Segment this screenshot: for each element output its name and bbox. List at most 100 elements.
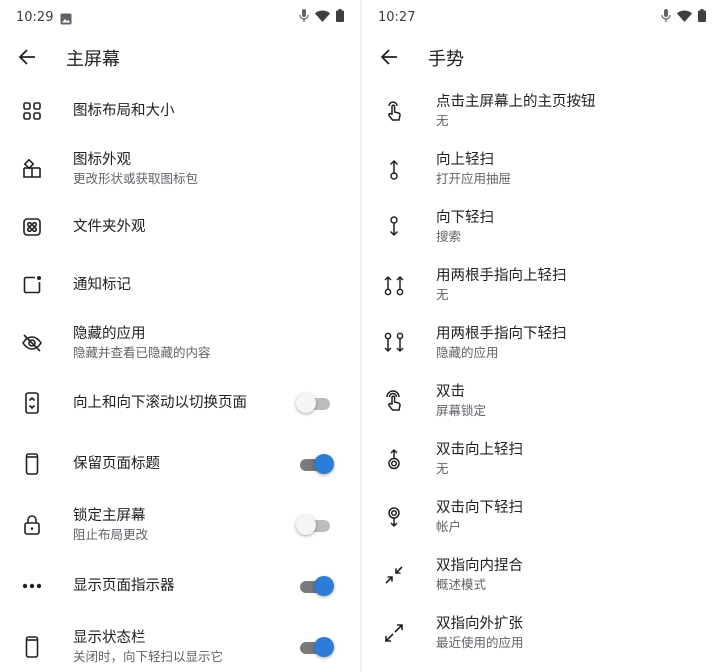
- setting-lock-home[interactable]: 锁定主屏幕 阻止布局更改: [0, 496, 360, 554]
- mic-icon: [661, 9, 671, 22]
- back-arrow-icon[interactable]: [14, 44, 40, 70]
- gesture-action: 最近使用的应用: [436, 635, 524, 650]
- setting-title: 通知标记: [73, 277, 131, 293]
- setting-title: 隐藏的应用: [73, 326, 146, 342]
- gesture-title: 双击: [436, 384, 465, 400]
- setting-title: 显示页面指示器: [73, 578, 175, 594]
- setting-folder-appearance[interactable]: 文件夹外观: [0, 198, 360, 256]
- status-bar: 10:29: [0, 0, 360, 34]
- page-title: 手势: [428, 49, 464, 70]
- status-icons: [661, 9, 706, 22]
- icon-shapes-icon: [20, 157, 44, 181]
- keep-page-title-toggle[interactable]: [298, 453, 334, 475]
- gesture-double-tap-down[interactable]: 双击向下轻扫 帐户: [362, 488, 720, 546]
- setting-title: 保留页面标题: [73, 456, 160, 472]
- gesture-title: 向上轻扫: [436, 152, 494, 168]
- two-finger-down-icon: [382, 331, 406, 355]
- status-bar-toggle[interactable]: [298, 636, 334, 658]
- more-dots-icon: [20, 574, 44, 598]
- status-bar: 10:27: [362, 0, 720, 34]
- gesture-two-finger-down[interactable]: 用两根手指向下轻扫 隐藏的应用: [362, 314, 720, 372]
- gesture-action: 隐藏的应用: [436, 345, 499, 360]
- gesture-pinch-out[interactable]: 双指向外扩张 最近使用的应用: [362, 604, 720, 662]
- tap-icon: [382, 99, 406, 123]
- double-tap-down-icon: [382, 505, 406, 529]
- gesture-action: 概述模式: [436, 577, 487, 592]
- lock-home-toggle[interactable]: [296, 514, 334, 536]
- setting-subtitle: 隐藏并查看已隐藏的内容: [73, 345, 211, 360]
- gesture-double-tap-up[interactable]: 双击向上轻扫 无: [362, 430, 720, 488]
- two-finger-up-icon: [382, 273, 406, 297]
- image-notification-icon: [60, 10, 72, 25]
- setting-scroll-pages[interactable]: 向上和向下滚动以切换页面: [0, 374, 360, 432]
- gesture-title: 点击主屏幕上的主页按钮: [436, 94, 596, 110]
- app-bar: 手势: [362, 40, 720, 74]
- mic-icon: [299, 9, 309, 22]
- back-arrow-icon[interactable]: [376, 44, 402, 70]
- scroll-pages-toggle[interactable]: [296, 392, 334, 414]
- gesture-home-button[interactable]: 点击主屏幕上的主页按钮 无: [362, 82, 720, 140]
- gesture-title: 双指向外扩张: [436, 616, 523, 632]
- gesture-title: 双击向下轻扫: [436, 500, 523, 516]
- swipe-down-icon: [382, 215, 406, 239]
- setting-title: 显示状态栏: [73, 630, 146, 646]
- wifi-icon: [315, 10, 330, 22]
- pinch-in-icon: [382, 563, 406, 587]
- page-title: 主屏幕: [66, 49, 120, 70]
- setting-notification-dots[interactable]: 通知标记: [0, 256, 360, 314]
- swipe-up-icon: [382, 157, 406, 181]
- gesture-action: 搜索: [436, 229, 462, 244]
- pinch-out-icon: [382, 621, 406, 645]
- status-icons: [299, 9, 344, 22]
- setting-subtitle: 关闭时，向下轻扫以显示它: [73, 649, 224, 664]
- setting-hidden-apps[interactable]: 隐藏的应用 隐藏并查看已隐藏的内容: [0, 314, 360, 372]
- phone-icon: [20, 635, 44, 659]
- setting-subtitle: 更改形状或获取图标包: [73, 171, 199, 186]
- gesture-pinch-in[interactable]: 双指向内捏合 概述模式: [362, 546, 720, 604]
- setting-keep-page-title[interactable]: 保留页面标题: [0, 435, 360, 493]
- notification-dot-icon: [20, 273, 44, 297]
- status-time: 10:29: [16, 10, 54, 25]
- setting-subtitle: 阻止布局更改: [73, 527, 149, 542]
- double-tap-icon: [382, 389, 406, 413]
- gesture-double-tap[interactable]: 双击 屏幕锁定: [362, 372, 720, 430]
- app-bar: 主屏幕: [0, 40, 360, 74]
- gesture-title: 向下轻扫: [436, 210, 494, 226]
- gesture-action: 打开应用抽屉: [436, 171, 512, 186]
- setting-title: 向上和向下滚动以切换页面: [73, 395, 247, 411]
- setting-icon-appearance[interactable]: 图标外观 更改形状或获取图标包: [0, 140, 360, 198]
- gesture-title: 用两根手指向下轻扫: [436, 326, 567, 342]
- gesture-two-finger-up[interactable]: 用两根手指向上轻扫 无: [362, 256, 720, 314]
- gesture-action: 无: [436, 461, 449, 476]
- setting-title: 锁定主屏幕: [73, 508, 146, 524]
- gesture-title: 双指向内捏合: [436, 558, 523, 574]
- gesture-action: 无: [436, 287, 449, 302]
- swipe-pages-icon: [20, 391, 44, 415]
- gestures-panel: 10:27 手势 点击主屏幕上的主页按钮 无 向上轻扫 打开应用抽屉 向下轻扫 …: [362, 0, 720, 672]
- grid-icon: [20, 99, 44, 123]
- setting-page-indicator[interactable]: 显示页面指示器: [0, 557, 360, 615]
- lock-icon: [20, 513, 44, 537]
- gesture-action: 无: [436, 113, 449, 128]
- setting-icon-layout[interactable]: 图标布局和大小: [0, 82, 360, 140]
- phone-icon: [20, 452, 44, 476]
- gesture-swipe-up[interactable]: 向上轻扫 打开应用抽屉: [362, 140, 720, 198]
- gesture-swipe-down[interactable]: 向下轻扫 搜索: [362, 198, 720, 256]
- gesture-title: 用两根手指向上轻扫: [436, 268, 567, 284]
- folder-grid-icon: [20, 215, 44, 239]
- battery-icon: [336, 9, 344, 22]
- wifi-icon: [677, 10, 692, 22]
- setting-title: 图标外观: [73, 152, 131, 168]
- gesture-action: 屏幕锁定: [436, 403, 487, 418]
- eye-off-icon: [20, 331, 44, 355]
- double-tap-up-icon: [382, 447, 406, 471]
- setting-title: 图标布局和大小: [73, 103, 175, 119]
- status-time: 10:27: [378, 10, 416, 25]
- gesture-action: 帐户: [436, 519, 462, 534]
- page-indicator-toggle[interactable]: [298, 575, 334, 597]
- home-settings-panel: 10:29 主屏幕 图标布局和大小 图标外观 更改形状或获取图标包 文件夹外观 …: [0, 0, 360, 672]
- battery-icon: [698, 9, 706, 22]
- gesture-title: 双击向上轻扫: [436, 442, 523, 458]
- setting-status-bar[interactable]: 显示状态栏 关闭时，向下轻扫以显示它: [0, 618, 360, 672]
- setting-title: 文件夹外观: [73, 219, 146, 235]
